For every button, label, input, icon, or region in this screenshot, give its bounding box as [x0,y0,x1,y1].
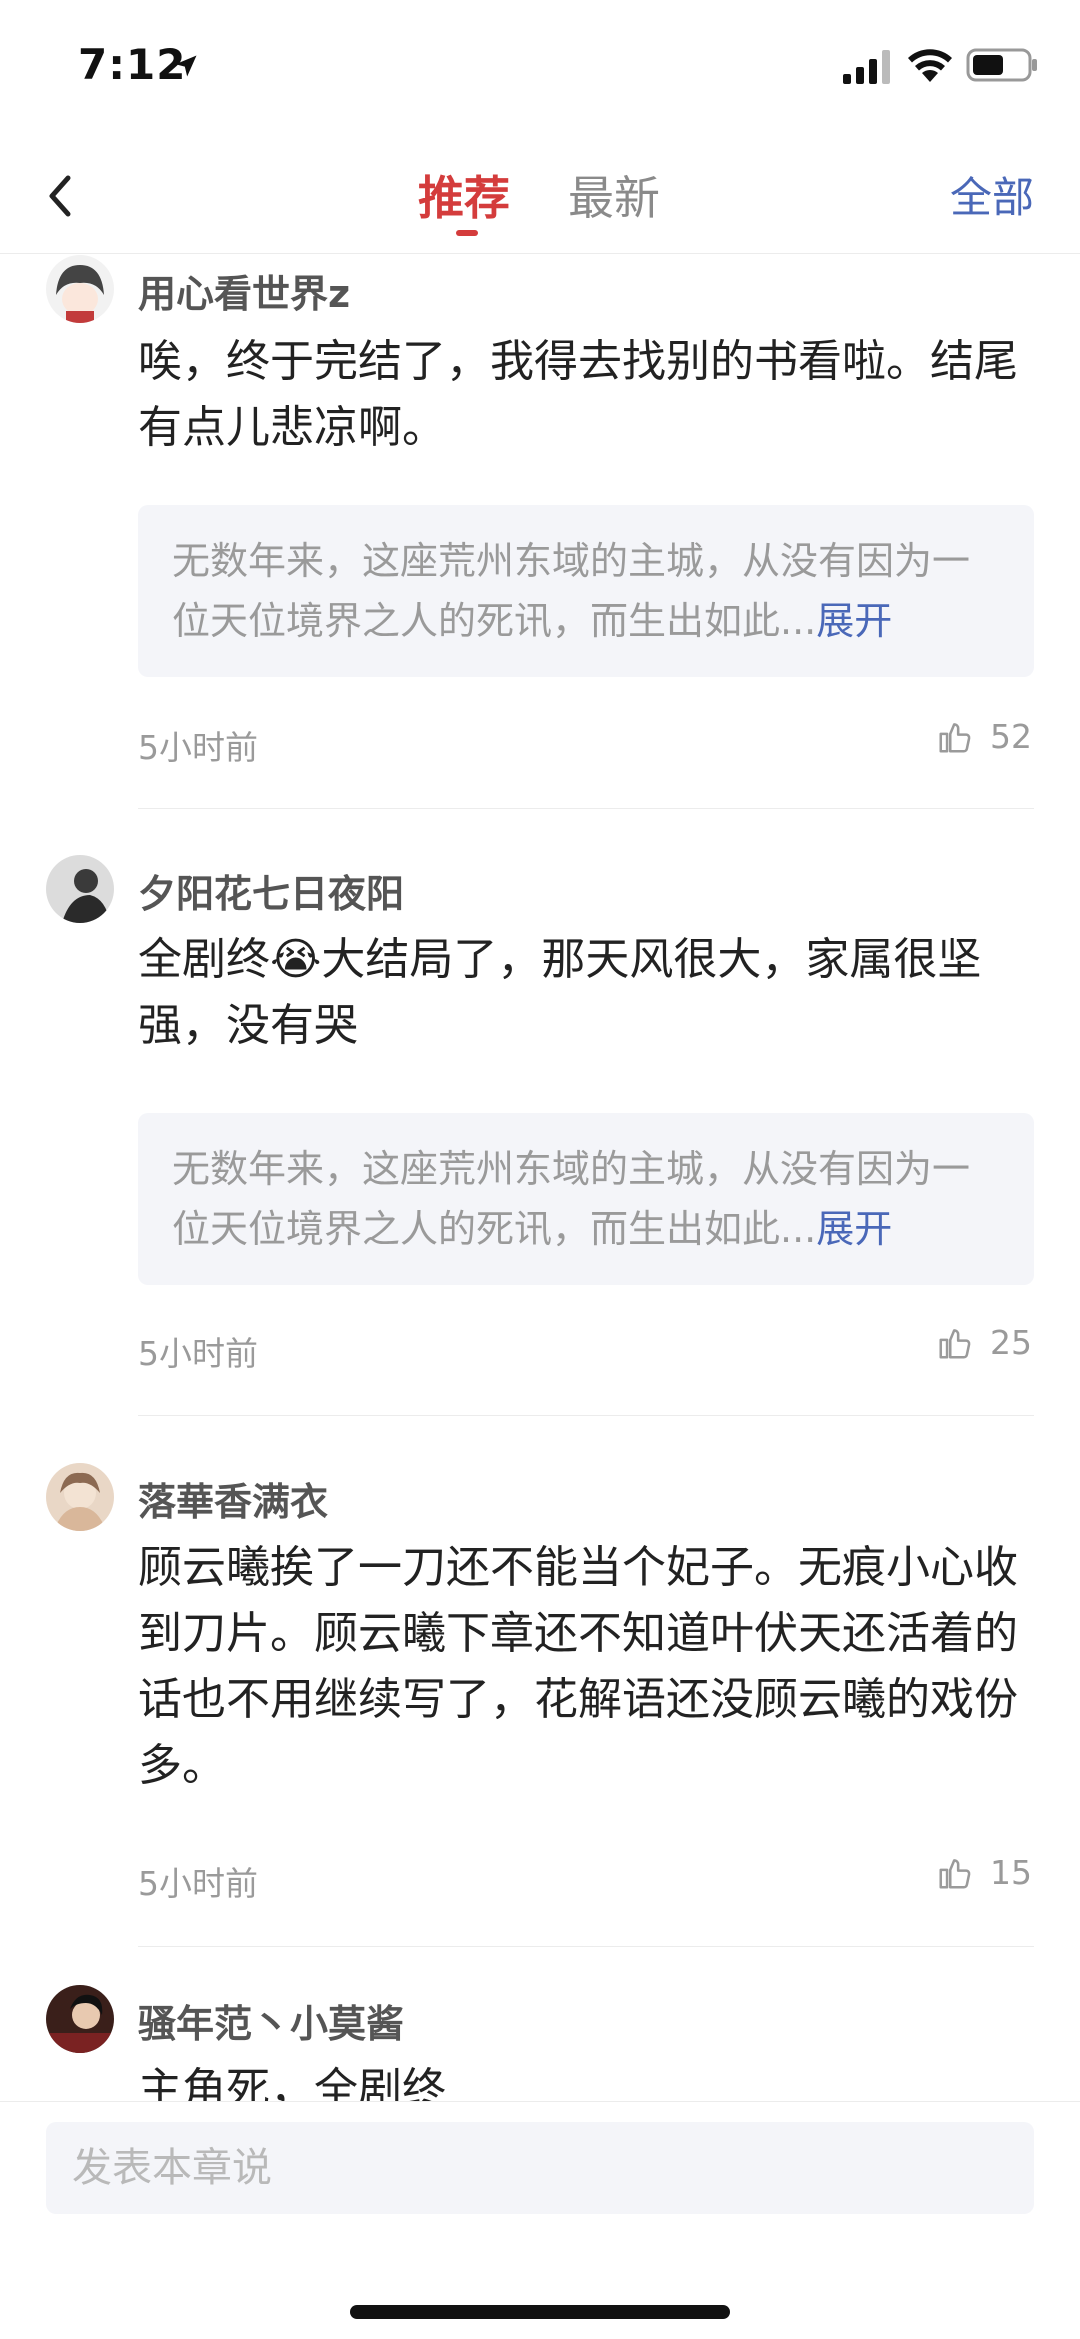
status-time: 7:12 [78,40,187,89]
home-indicator[interactable] [350,2305,730,2319]
comment-time: 5小时前 [138,1864,258,1903]
active-tab-indicator [456,230,478,236]
comment-username[interactable]: 落華香满衣 [138,1471,328,1526]
comment-input[interactable]: 发表本章说 [46,2122,1034,2214]
comment-text-part: 全剧终 [138,934,270,985]
expand-link[interactable]: 展开 [816,599,892,643]
status-bar: 7:12 [0,0,1080,135]
wifi-icon [908,49,952,82]
like-button[interactable]: 25 [936,1323,1032,1362]
all-filter-button[interactable]: 全部 [950,164,1034,225]
thumbs-up-icon [939,722,971,753]
bottom-bar: 发表本章说 [0,2101,1080,2339]
back-chevron-icon[interactable] [40,168,80,224]
quoted-passage[interactable]: 无数年来，这座荒州东域的主城，从没有因为一位天位境界之人的死讯，而生出如此...… [138,505,1034,677]
comment-list[interactable]: 用心看世界z 唉，终于完结了，我得去找别的书看啦。结尾有点儿悲凉啊。 无数年来，… [0,255,1080,2101]
avatar[interactable] [46,255,114,323]
thumbs-up-icon [939,1858,971,1889]
nav-bar: 推荐 最新 全部 [0,150,1080,254]
avatar[interactable] [46,1985,114,2053]
divider [138,1946,1034,1947]
comment-text: 唉，终于完结了，我得去找别的书看啦。结尾有点儿悲凉啊。 [138,336,1018,453]
comment-text: 全剧终😭大结局了，那天风很大，家属很坚强，没有哭 [138,927,1038,1059]
comment-text: 主角死，全剧终 [138,2064,446,2101]
comment-username[interactable]: 骚年范丶小莫酱 [138,1993,404,2048]
quoted-passage[interactable]: 无数年来，这座荒州东域的主城，从没有因为一位天位境界之人的死讯，而生出如此...… [138,1113,1034,1285]
like-count: 15 [990,1853,1032,1892]
like-button[interactable]: 15 [936,1853,1032,1892]
like-count: 52 [990,717,1032,756]
battery-icon [966,48,1037,82]
avatar[interactable] [46,1463,114,1531]
like-button[interactable]: 52 [936,717,1032,756]
tab-recommend[interactable]: 推荐 [418,162,510,228]
location-arrow-icon [175,55,197,77]
tab-latest[interactable]: 最新 [568,162,660,228]
comment-time: 5小时前 [138,1334,258,1373]
divider [138,1415,1034,1416]
comment-text: 顾云曦挨了一刀还不能当个妃子。无痕小心收到刀片。顾云曦下章还不知道叶伏天还活着的… [138,1542,1018,1791]
comment-username[interactable]: 用心看世界z [138,263,350,318]
divider [138,808,1034,809]
thumbs-up-icon [939,1328,971,1359]
cellular-signal-icon [843,50,890,84]
expand-link[interactable]: 展开 [816,1207,892,1251]
comment-username[interactable]: 夕阳花七日夜阳 [138,863,404,918]
avatar[interactable] [46,855,114,923]
like-count: 25 [990,1323,1032,1362]
comment-time: 5小时前 [138,728,258,767]
crying-emoji: 😭 [270,934,322,985]
